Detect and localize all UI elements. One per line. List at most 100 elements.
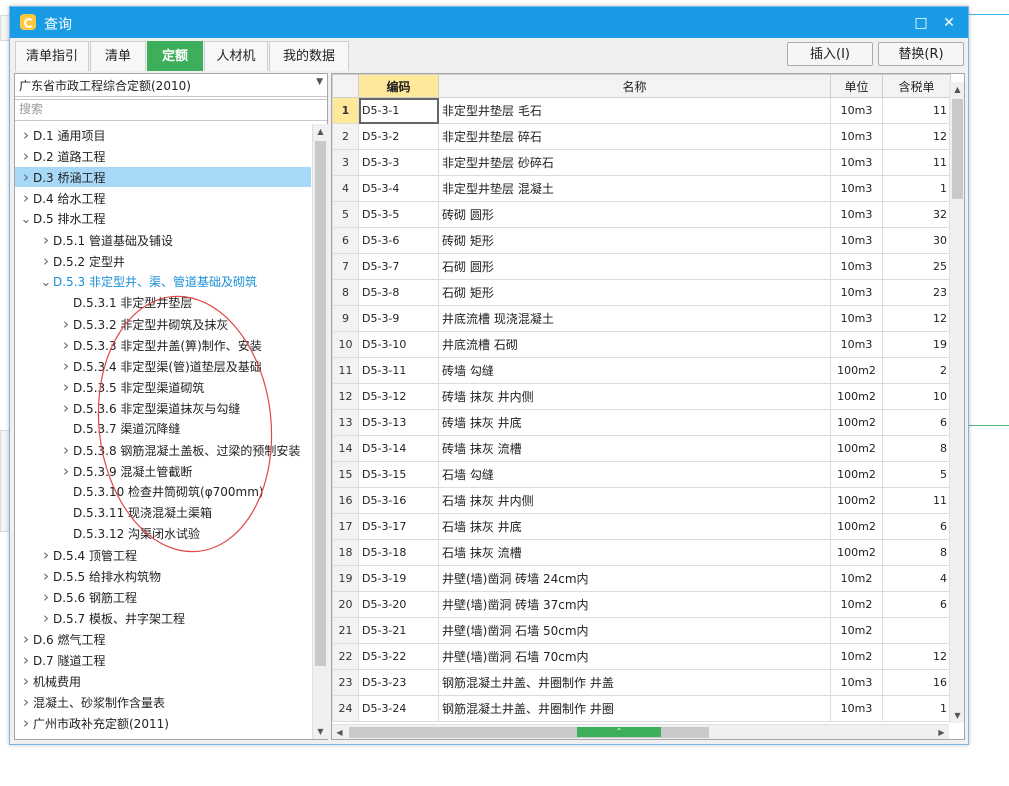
price-cell[interactable]: 6 bbox=[882, 513, 951, 540]
unit-cell[interactable]: 10m3 bbox=[830, 149, 883, 176]
name-cell[interactable]: 石墙 勾缝 bbox=[438, 461, 831, 488]
name-cell[interactable]: 非定型井垫层 毛石 bbox=[438, 97, 831, 124]
table-row[interactable]: 10 D5-3-10 井底流槽 石砌 10m3 19 bbox=[332, 331, 951, 358]
row-number-cell[interactable]: 8 bbox=[332, 279, 359, 306]
price-cell[interactable]: 12 bbox=[882, 643, 951, 670]
name-cell[interactable]: 砖砌 圆形 bbox=[438, 201, 831, 228]
title-bar[interactable]: 查询 □ ✕ bbox=[10, 7, 968, 38]
name-cell[interactable]: 钢筋混凝土井盖、井圈制作 井盖 bbox=[438, 669, 831, 696]
row-number-cell[interactable]: 22 bbox=[332, 643, 359, 670]
tab-bill-guide[interactable]: 清单指引 bbox=[15, 41, 89, 71]
price-cell[interactable]: 6 bbox=[882, 591, 951, 618]
price-cell[interactable]: 23 bbox=[882, 279, 951, 306]
table-row[interactable]: 5 D5-3-5 砖砌 圆形 10m3 32 bbox=[332, 201, 951, 228]
chevron-right-icon[interactable]: › bbox=[59, 440, 73, 460]
code-cell[interactable]: D5-3-1 bbox=[358, 97, 439, 124]
table-row[interactable]: 3 D5-3-3 非定型井垫层 砂碎石 10m3 11 bbox=[332, 149, 951, 176]
name-cell[interactable]: 井壁(墙)凿洞 砖墙 37cm内 bbox=[438, 591, 831, 618]
tree-scroll-thumb[interactable] bbox=[315, 141, 326, 666]
row-number-cell[interactable]: 17 bbox=[332, 513, 359, 540]
unit-cell[interactable]: 100m2 bbox=[830, 539, 883, 566]
unit-cell[interactable]: 10m2 bbox=[830, 643, 883, 670]
table-row[interactable]: 22 D5-3-22 井壁(墙)凿洞 石墙 70cm内 10m2 12 bbox=[332, 643, 951, 670]
grid-scroll-thumb[interactable] bbox=[952, 99, 963, 199]
chevron-right-icon[interactable]: › bbox=[19, 692, 33, 712]
chevron-right-icon[interactable]: › bbox=[19, 650, 33, 670]
tab-quota[interactable]: 定额 bbox=[147, 41, 203, 71]
chevron-right-icon[interactable]: › bbox=[19, 146, 33, 166]
table-row[interactable]: 23 D5-3-23 钢筋混凝土井盖、井圈制作 井盖 10m3 16 bbox=[332, 669, 951, 696]
tree-item[interactable]: › 混凝土、砂浆制作含量表 bbox=[15, 692, 311, 712]
name-cell[interactable]: 非定型井垫层 混凝土 bbox=[438, 175, 831, 202]
row-number-cell[interactable]: 23 bbox=[332, 669, 359, 696]
table-row[interactable]: 14 D5-3-14 砖墙 抹灰 流槽 100m2 8 bbox=[332, 435, 951, 462]
price-cell[interactable]: 6 bbox=[882, 409, 951, 436]
code-cell[interactable]: D5-3-18 bbox=[358, 539, 439, 566]
row-number-cell[interactable]: 12 bbox=[332, 383, 359, 410]
code-column-header[interactable]: 编码 bbox=[358, 74, 439, 98]
chevron-right-icon[interactable]: › bbox=[19, 629, 33, 649]
code-cell[interactable]: D5-3-22 bbox=[358, 643, 439, 670]
search-input[interactable] bbox=[15, 100, 323, 118]
tree-item[interactable]: › D.5.7 模板、井字架工程 bbox=[15, 608, 311, 628]
chevron-right-icon[interactable]: › bbox=[19, 188, 33, 208]
row-number-cell[interactable]: 3 bbox=[332, 149, 359, 176]
chevron-right-icon[interactable]: › bbox=[59, 461, 73, 481]
code-cell[interactable]: D5-3-21 bbox=[358, 617, 439, 644]
chevron-right-icon[interactable]: › bbox=[19, 167, 33, 187]
tree-item[interactable]: › D.6 燃气工程 bbox=[15, 629, 311, 649]
unit-cell[interactable]: 100m2 bbox=[830, 487, 883, 514]
name-cell[interactable]: 井底流槽 石砌 bbox=[438, 331, 831, 358]
table-row[interactable]: 12 D5-3-12 砖墙 抹灰 井内侧 100m2 10 bbox=[332, 383, 951, 410]
code-cell[interactable]: D5-3-12 bbox=[358, 383, 439, 410]
unit-cell[interactable]: 100m2 bbox=[830, 461, 883, 488]
unit-cell[interactable]: 10m2 bbox=[830, 565, 883, 592]
maximize-icon[interactable]: □ bbox=[910, 12, 932, 34]
row-number-cell[interactable]: 18 bbox=[332, 539, 359, 566]
tree-item[interactable]: › D.5.3.4 非定型渠(管)道垫层及基础 bbox=[15, 356, 311, 376]
price-cell[interactable]: 11 bbox=[882, 487, 951, 514]
unit-cell[interactable]: 10m3 bbox=[830, 279, 883, 306]
name-cell[interactable]: 石墙 抹灰 流槽 bbox=[438, 539, 831, 566]
unit-cell[interactable]: 100m2 bbox=[830, 409, 883, 436]
code-cell[interactable]: D5-3-2 bbox=[358, 123, 439, 150]
table-row[interactable]: 17 D5-3-17 石墙 抹灰 井底 100m2 6 bbox=[332, 513, 951, 540]
unit-cell[interactable]: 10m3 bbox=[830, 253, 883, 280]
chevron-down-icon[interactable]: ⌄ bbox=[39, 273, 53, 293]
replace-button[interactable]: 替换(R) bbox=[878, 42, 964, 66]
price-cell[interactable]: 12 bbox=[882, 305, 951, 332]
code-cell[interactable]: D5-3-7 bbox=[358, 253, 439, 280]
unit-cell[interactable]: 10m3 bbox=[830, 201, 883, 228]
chevron-right-icon[interactable]: › bbox=[39, 608, 53, 628]
code-cell[interactable]: D5-3-20 bbox=[358, 591, 439, 618]
chevron-right-icon[interactable]: › bbox=[39, 251, 53, 271]
code-cell[interactable]: D5-3-3 bbox=[358, 149, 439, 176]
row-number-cell[interactable]: 9 bbox=[332, 305, 359, 332]
tree-item[interactable]: D.5.3.1 非定型井垫层 bbox=[15, 293, 311, 313]
name-cell[interactable]: 砖墙 抹灰 井底 bbox=[438, 409, 831, 436]
table-row[interactable]: 9 D5-3-9 井底流槽 现浇混凝土 10m3 12 bbox=[332, 305, 951, 332]
tree-item[interactable]: ⌄ D.5.3 非定型井、渠、管道基础及砌筑 bbox=[15, 272, 311, 292]
price-cell[interactable]: 4 bbox=[882, 565, 951, 592]
price-cell[interactable] bbox=[882, 617, 951, 644]
tab-labor-material-machine[interactable]: 人材机 bbox=[204, 41, 268, 71]
chevron-right-icon[interactable]: › bbox=[59, 377, 73, 397]
price-cell[interactable]: 1 bbox=[882, 175, 951, 202]
chevron-right-icon[interactable]: › bbox=[59, 398, 73, 418]
code-cell[interactable]: D5-3-17 bbox=[358, 513, 439, 540]
tree-item[interactable]: › D.5.3.8 钢筋混凝土盖板、过梁的预制安装 bbox=[15, 440, 311, 460]
tree-item[interactable]: › D.5.2 定型井 bbox=[15, 251, 311, 271]
expand-panel-handle[interactable]: ⌃ bbox=[577, 727, 661, 737]
code-cell[interactable]: D5-3-5 bbox=[358, 201, 439, 228]
tree-item[interactable]: › D.5.5 给排水构筑物 bbox=[15, 566, 311, 586]
tree-item[interactable]: › 广州市政补充定额(2011) bbox=[15, 713, 311, 733]
chevron-right-icon[interactable]: › bbox=[39, 587, 53, 607]
chevron-right-icon[interactable]: › bbox=[59, 356, 73, 376]
price-cell[interactable]: 12 bbox=[882, 123, 951, 150]
chevron-right-icon[interactable]: › bbox=[59, 335, 73, 355]
tree-item[interactable]: ⌄ D.5 排水工程 bbox=[15, 209, 311, 229]
price-cell[interactable]: 2 bbox=[882, 357, 951, 384]
row-number-cell[interactable]: 1 bbox=[332, 97, 359, 124]
price-cell[interactable]: 11 bbox=[882, 97, 951, 124]
chevron-down-icon[interactable]: ▼ bbox=[316, 77, 323, 87]
